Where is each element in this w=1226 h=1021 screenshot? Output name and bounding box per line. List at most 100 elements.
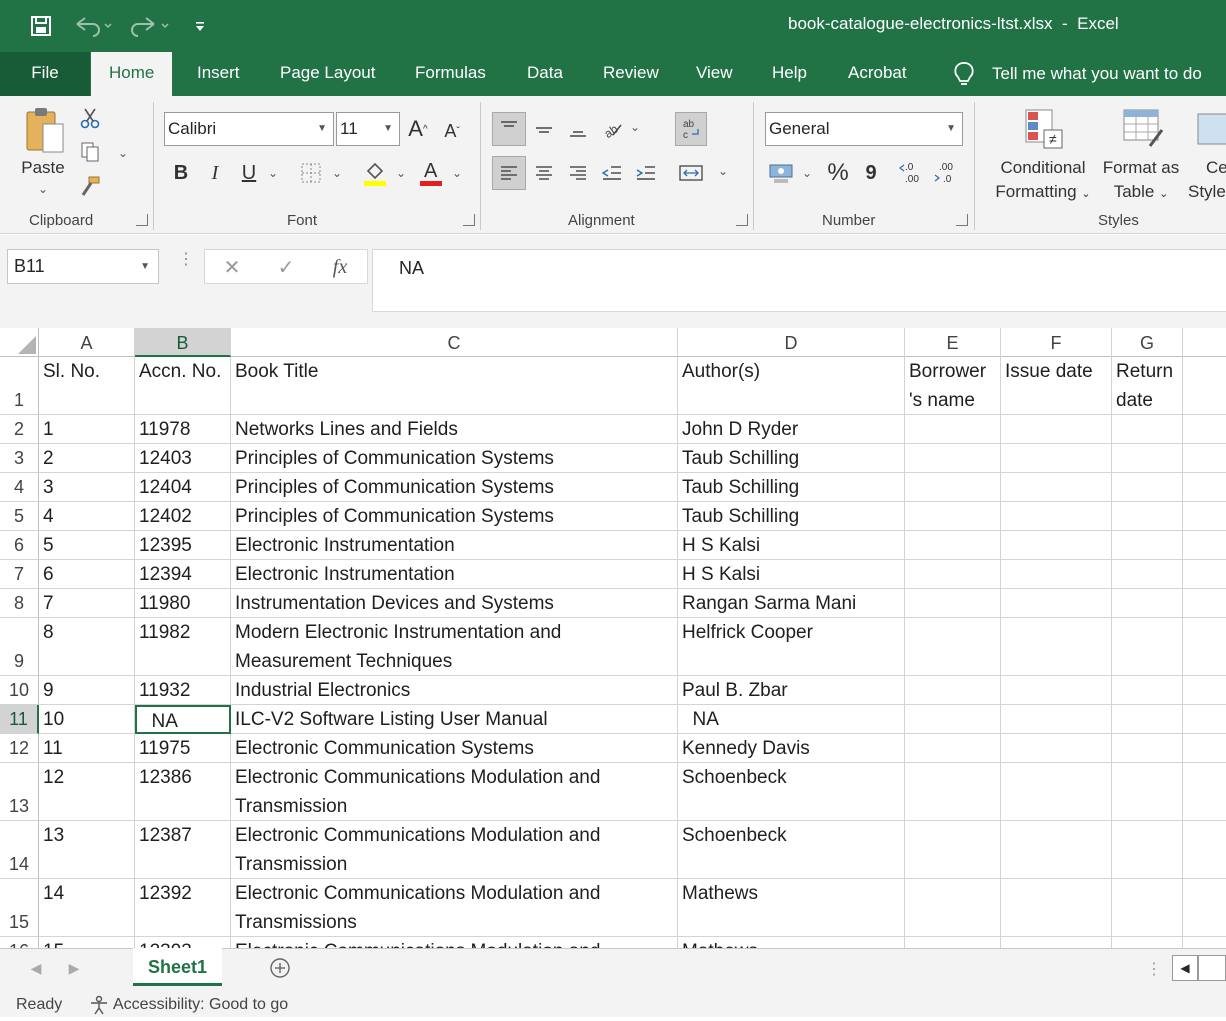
decrease-decimal-icon[interactable]: .00.0	[932, 158, 962, 188]
cell-empty[interactable]	[1183, 879, 1226, 937]
cell-styles-icon[interactable]	[1196, 104, 1226, 154]
row-header-14[interactable]: 14	[0, 821, 39, 879]
scroll-tabs-right-icon[interactable]: ▶	[66, 957, 82, 979]
align-center-icon[interactable]	[530, 156, 558, 190]
cell-g10[interactable]	[1112, 676, 1183, 705]
decrease-font-size-icon[interactable]: Aˇ	[440, 116, 464, 146]
cell-e2[interactable]	[905, 415, 1001, 444]
cell-a9[interactable]: 8	[39, 618, 135, 676]
cell-d11[interactable]: NA	[678, 705, 905, 734]
cell-c16[interactable]: Electronic Communications Modulation and	[231, 937, 678, 948]
cell-f8[interactable]	[1001, 589, 1112, 618]
cell-f13[interactable]	[1001, 763, 1112, 821]
cell-b9[interactable]: 11982	[135, 618, 231, 676]
cell-empty[interactable]	[1183, 560, 1226, 589]
cell-e13[interactable]	[905, 763, 1001, 821]
cell-g15[interactable]	[1112, 879, 1183, 937]
split-handle-icon[interactable]: ⋮	[1146, 959, 1162, 979]
cell-g12[interactable]	[1112, 734, 1183, 763]
font-size-select[interactable]: 11 ▼	[336, 112, 400, 146]
cell-c4[interactable]: Principles of Communication Systems	[231, 473, 678, 502]
cell-d4[interactable]: Taub Schilling	[678, 473, 905, 502]
italic-button[interactable]: I	[202, 158, 228, 188]
paste-button-label[interactable]: Paste	[18, 156, 68, 180]
cell-e15[interactable]	[905, 879, 1001, 937]
font-family-select[interactable]: Calibri ▼	[164, 112, 334, 146]
copy-icon[interactable]	[78, 140, 102, 164]
cell-empty[interactable]	[1183, 676, 1226, 705]
enter-icon[interactable]: ✓	[273, 254, 299, 280]
increase-indent-icon[interactable]	[632, 156, 660, 190]
cell-d6[interactable]: H S Kalsi	[678, 531, 905, 560]
cell-b7[interactable]: 12394	[135, 560, 231, 589]
row-header-5[interactable]: 5	[0, 502, 39, 531]
cell-d12[interactable]: Kennedy Davis	[678, 734, 905, 763]
cell-a3[interactable]: 2	[39, 444, 135, 473]
scroll-left-icon[interactable]: ◀	[1172, 955, 1198, 981]
cell-f6[interactable]	[1001, 531, 1112, 560]
tab-help[interactable]: Help	[772, 52, 807, 96]
status-accessibility[interactable]: Accessibility: Good to go	[113, 996, 288, 1014]
cell-d1[interactable]: Author(s)	[678, 357, 905, 415]
horizontal-scrollbar[interactable]	[1198, 955, 1226, 981]
conditional-formatting-icon[interactable]: ≠	[1018, 104, 1068, 154]
cell-d5[interactable]: Taub Schilling	[678, 502, 905, 531]
cell-e6[interactable]	[905, 531, 1001, 560]
cell-b3[interactable]: 12403	[135, 444, 231, 473]
cell-g14[interactable]	[1112, 821, 1183, 879]
cell-d10[interactable]: Paul B. Zbar	[678, 676, 905, 705]
cell-b6[interactable]: 12395	[135, 531, 231, 560]
cell-g7[interactable]	[1112, 560, 1183, 589]
cut-icon[interactable]	[78, 106, 102, 130]
cell-a1[interactable]: Sl. No.	[39, 357, 135, 415]
clipboard-launcher-icon[interactable]	[136, 214, 148, 226]
row-header-9[interactable]: 9	[0, 618, 39, 676]
cell-c6[interactable]: Electronic Instrumentation	[231, 531, 678, 560]
cell-a10[interactable]: 9	[39, 676, 135, 705]
row-header-7[interactable]: 7	[0, 560, 39, 589]
cell-empty[interactable]	[1183, 937, 1226, 948]
column-header-g[interactable]: G	[1112, 328, 1183, 357]
undo-icon[interactable]	[70, 10, 116, 42]
cell-b11[interactable]: NA	[135, 705, 231, 734]
cell-c3[interactable]: Principles of Communication Systems	[231, 444, 678, 473]
formula-input[interactable]: NA	[372, 249, 1226, 312]
sheet-tab[interactable]: Sheet1	[133, 948, 222, 986]
insert-function-button[interactable]: fx	[325, 252, 355, 282]
tab-page-layout[interactable]: Page Layout	[280, 52, 375, 96]
name-box[interactable]: B11 ▼	[7, 249, 159, 284]
cell-f11[interactable]	[1001, 705, 1112, 734]
row-header-15[interactable]: 15	[0, 879, 39, 937]
tab-review[interactable]: Review	[603, 52, 659, 96]
cell-c14[interactable]: Electronic Communications Modulation and…	[231, 821, 678, 879]
cell-e11[interactable]	[905, 705, 1001, 734]
cell-f5[interactable]	[1001, 502, 1112, 531]
column-header-f[interactable]: F	[1001, 328, 1112, 357]
cell-c1[interactable]: Book Title	[231, 357, 678, 415]
tab-file[interactable]: File	[0, 52, 90, 96]
conditional-formatting-label[interactable]: Conditional Formatting ⌄	[988, 156, 1098, 206]
cell-f4[interactable]	[1001, 473, 1112, 502]
number-launcher-icon[interactable]	[956, 214, 968, 226]
paste-icon[interactable]	[22, 104, 68, 156]
row-header-6[interactable]: 6	[0, 531, 39, 560]
increase-font-size-icon[interactable]: A ^	[406, 114, 430, 144]
cell-a5[interactable]: 4	[39, 502, 135, 531]
add-sheet-icon[interactable]	[268, 956, 292, 980]
merge-dropdown-icon[interactable]: ⌄	[716, 164, 730, 178]
column-header-d[interactable]: D	[678, 328, 905, 357]
cell-e12[interactable]	[905, 734, 1001, 763]
cell-f1[interactable]: Issue date	[1001, 357, 1112, 415]
cell-g3[interactable]	[1112, 444, 1183, 473]
font-color-dropdown-icon[interactable]: ⌄	[450, 166, 464, 180]
worksheet-grid[interactable]: ABCDEFG 1 Sl. No. Accn. No. Book Title Autho…	[0, 328, 1226, 948]
column-header-b[interactable]: B	[135, 328, 231, 357]
bold-button[interactable]: B	[168, 158, 194, 188]
cell-e10[interactable]	[905, 676, 1001, 705]
underline-dropdown-icon[interactable]: ⌄	[266, 166, 280, 180]
cell-d9[interactable]: Helfrick Cooper	[678, 618, 905, 676]
cell-f16[interactable]	[1001, 937, 1112, 948]
cell-f15[interactable]	[1001, 879, 1112, 937]
customize-qat-icon[interactable]	[190, 10, 210, 42]
row-header-12[interactable]: 12	[0, 734, 39, 763]
